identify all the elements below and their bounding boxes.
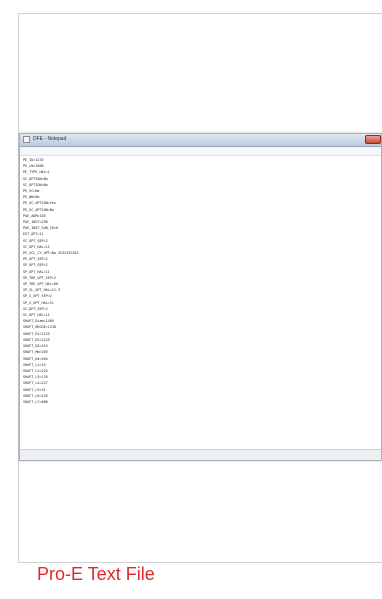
notepad-window: DFE - Notepad FileEditFormatViewHelp PE_…	[19, 133, 382, 461]
horizontal-scrollbar[interactable]	[20, 449, 381, 460]
menu-bar: FileEditFormatViewHelp	[20, 147, 381, 161]
window-title: DFE - Notepad	[33, 136, 67, 142]
close-icon[interactable]	[365, 135, 381, 144]
notepad-icon	[23, 136, 30, 143]
text-editor-area[interactable]: PE_ID=1235 PE_LN=2000 PE_TYPE_HAL=1 SC_OPTI…	[20, 156, 381, 450]
title-bar[interactable]: DFE - Notepad	[20, 134, 381, 147]
caption: Pro-E Text File	[37, 564, 155, 584]
file-line: SHAFT_L7=860	[23, 399, 48, 404]
